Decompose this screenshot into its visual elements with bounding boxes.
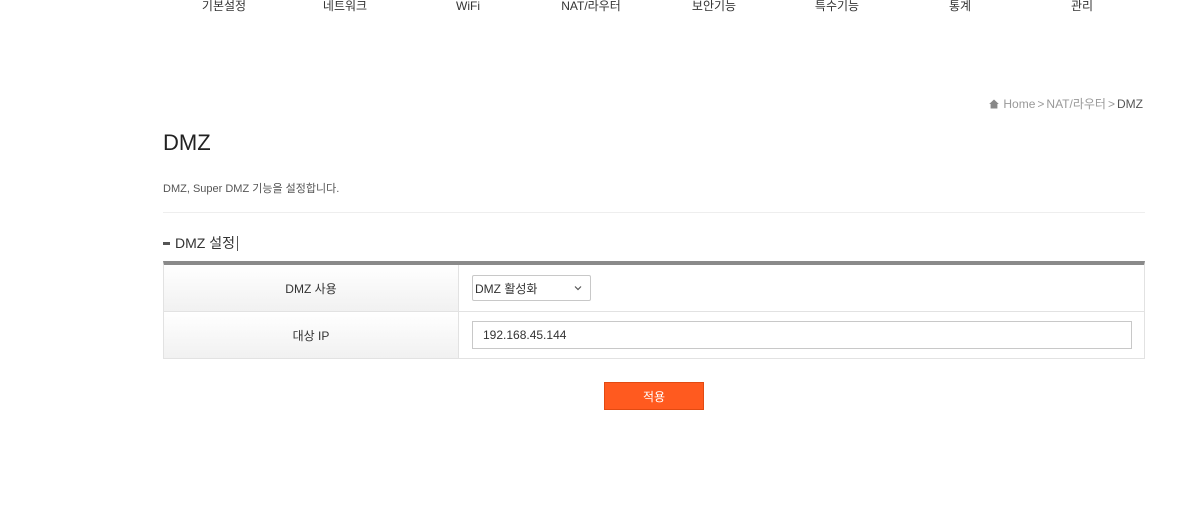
section-title: DMZ 설정 <box>163 233 238 253</box>
target-ip-cell <box>459 312 1144 358</box>
breadcrumb-section[interactable]: NAT/라우터 <box>1046 95 1106 112</box>
apply-button[interactable]: 적용 <box>604 382 704 410</box>
chevron-down-icon <box>574 286 582 291</box>
target-ip-input[interactable] <box>472 321 1132 349</box>
home-icon <box>989 99 1000 108</box>
page-description: DMZ, Super DMZ 기능을 설정합니다. <box>163 183 340 195</box>
breadcrumb-separator: > <box>1107 96 1115 111</box>
nav-item-wifi[interactable]: WiFi <box>408 0 528 12</box>
nav-item-management[interactable]: 관리 <box>1022 0 1142 12</box>
nav-item-security[interactable]: 보안기능 <box>654 0 774 12</box>
nav-item-network[interactable]: 네트워크 <box>285 0 405 12</box>
dmz-use-label: DMZ 사용 <box>164 265 459 311</box>
table-row: DMZ 사용 DMZ 활성화 <box>164 265 1144 312</box>
dmz-settings-table: DMZ 사용 DMZ 활성화 대상 IP <box>163 261 1145 359</box>
divider <box>163 212 1145 213</box>
nav-item-statistics[interactable]: 통계 <box>900 0 1020 12</box>
breadcrumb-home[interactable]: Home <box>1003 97 1035 111</box>
table-row: 대상 IP <box>164 312 1144 359</box>
dmz-use-selected-value: DMZ 활성화 <box>475 281 538 296</box>
target-ip-label: 대상 IP <box>164 312 459 358</box>
section-bullet <box>163 241 170 245</box>
breadcrumb-separator: > <box>1037 96 1045 111</box>
dmz-use-cell: DMZ 활성화 <box>459 265 1144 311</box>
nav-item-nat-router[interactable]: NAT/라우터 <box>531 0 651 12</box>
nav-item-special-features[interactable]: 특수기능 <box>777 0 897 12</box>
section-title-text: DMZ 설정 <box>175 235 235 251</box>
nav-item-basic-settings[interactable]: 기본설정 <box>164 0 284 12</box>
page-title: DMZ <box>163 130 211 155</box>
text-cursor <box>236 235 238 251</box>
top-navigation: 기본설정 네트워크 WiFi NAT/라우터 보안기능 특수기능 통계 관리 <box>0 0 1200 22</box>
breadcrumb-current: DMZ <box>1117 96 1143 111</box>
dmz-use-select[interactable]: DMZ 활성화 <box>472 275 591 301</box>
breadcrumb: Home > NAT/라우터 > DMZ <box>989 95 1143 112</box>
